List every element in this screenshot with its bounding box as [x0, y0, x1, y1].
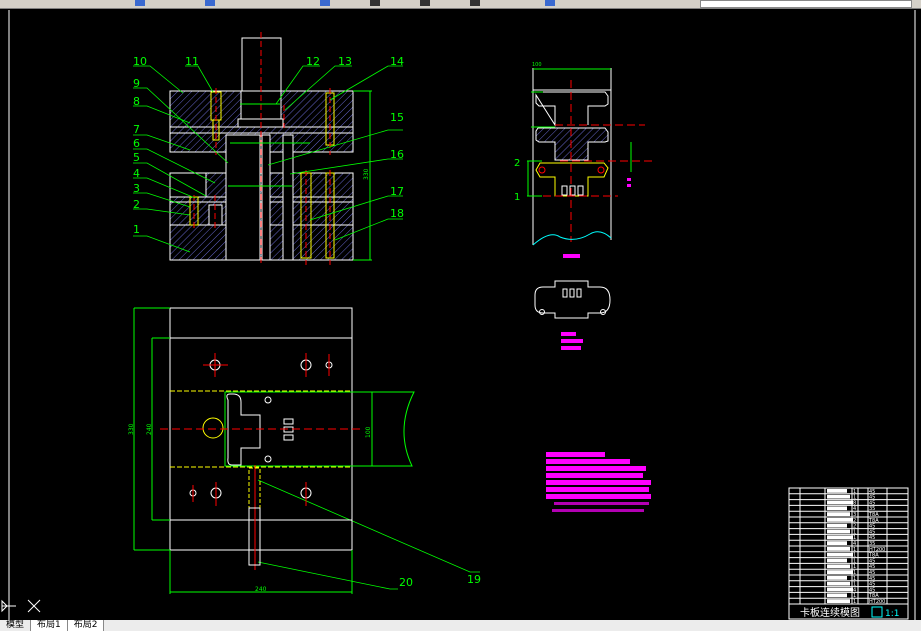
part-number: 12 [306, 55, 320, 68]
toolbar-button[interactable] [420, 0, 430, 6]
toolbar-button[interactable] [135, 0, 145, 6]
part-number: 14 [390, 55, 404, 68]
dimension-label: 100 [532, 62, 542, 68]
part-number: 4 [133, 167, 140, 180]
drawing-title: 卡板连续模图 [800, 606, 860, 619]
part-number: 20 [399, 576, 413, 589]
punch [261, 134, 271, 261]
part-number: 19 [467, 573, 481, 586]
punch [282, 134, 294, 261]
toolbar-button[interactable] [205, 0, 215, 6]
toolbar-button[interactable] [320, 0, 330, 6]
dimension-label: 330 [363, 168, 370, 180]
drawing-scale: 1:1 [885, 609, 899, 619]
tab-layout1[interactable]: 布局1 [31, 620, 68, 631]
station-number: 1 [514, 192, 520, 203]
layout-tabs: 模型 布局1 布局2 [0, 620, 921, 631]
part-number: 5 [133, 151, 140, 164]
dimension-label: 100 [365, 426, 372, 438]
part-number: 18 [390, 207, 404, 220]
part-number: 9 [133, 77, 140, 90]
tab-model[interactable]: 模型 [0, 620, 32, 631]
part-number: 3 [133, 182, 140, 195]
punch [225, 134, 261, 261]
part-number: 16 [390, 148, 404, 161]
toolbar-button[interactable] [470, 0, 480, 6]
part-number: 17 [390, 185, 404, 198]
part-number: 10 [133, 55, 147, 68]
station-number: 2 [514, 158, 520, 169]
toolbar-combo[interactable] [700, 0, 912, 8]
part-number: 1 [133, 223, 140, 236]
part-number: 7 [133, 123, 140, 136]
dimension-label: 240 [146, 423, 153, 435]
title-block-qty: 1 [853, 599, 856, 605]
drawing-canvas[interactable]: 330 1 2 3 4 5 6 7 8 9 10 11 12 13 14 15 … [0, 9, 921, 620]
tab-layout2[interactable]: 布局2 [67, 620, 105, 631]
toolbar [0, 0, 921, 9]
toolbar-button[interactable] [545, 0, 555, 6]
part-number: 13 [338, 55, 352, 68]
dimension-label: 330 [128, 423, 135, 435]
part-number: 2 [133, 198, 140, 211]
title-block-material: HT200 [869, 599, 885, 605]
part-number: 15 [390, 111, 404, 124]
toolbar-button[interactable] [370, 0, 380, 6]
part-number: 6 [133, 137, 140, 150]
part-number: 8 [133, 95, 140, 108]
part-number: 11 [185, 55, 199, 68]
dimension-label: 240 [255, 586, 267, 593]
